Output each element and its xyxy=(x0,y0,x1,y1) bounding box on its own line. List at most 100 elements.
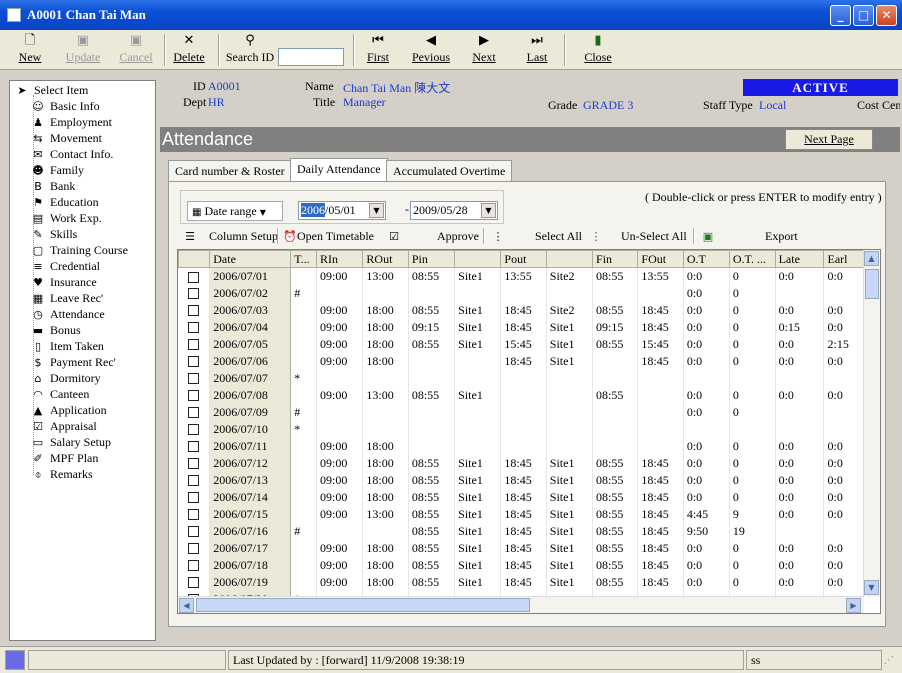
table-row[interactable]: 2006/07/15 09:00 13:00 08:55 Site1 18:45 Site1… xyxy=(178,505,864,523)
row-checkbox[interactable] xyxy=(188,475,200,487)
tree-item-contact-info[interactable]: ✉ Contact Info. xyxy=(30,147,113,163)
column-header[interactable]: Pin xyxy=(407,250,456,268)
horizontal-scroll-thumb[interactable] xyxy=(196,598,530,612)
tree-item-mpf-plan[interactable]: ✐ MPF Plan xyxy=(30,451,98,467)
tree-item-attendance[interactable]: ◷ Attendance xyxy=(30,307,104,323)
tree-item-skills[interactable]: ✎ Skills xyxy=(30,227,77,243)
column-header[interactable]: Late xyxy=(774,250,825,268)
column-header[interactable]: T... xyxy=(290,250,318,268)
table-row[interactable]: 2006/07/08 09:00 13:00 08:55 Site1 08:55 0:0 0 0… xyxy=(178,386,864,404)
tree-item-application[interactable]: ▲ Application xyxy=(30,403,107,419)
unselect-all-button[interactable]: ⋮ Un-Select All xyxy=(589,226,689,246)
update-button[interactable]: ▣ Update xyxy=(62,32,104,68)
table-row[interactable]: 2006/07/04 09:00 18:00 09:15 Site1 18:45 Site1… xyxy=(178,318,864,336)
row-checkbox[interactable] xyxy=(188,560,200,572)
chevron-down-icon[interactable]: ▼ xyxy=(369,203,384,218)
column-header[interactable]: Pout xyxy=(500,250,547,268)
tree-item-bonus[interactable]: ▬ Bonus xyxy=(30,323,81,339)
scroll-down-icon[interactable]: ▼ xyxy=(864,580,879,595)
row-checkbox[interactable] xyxy=(188,492,200,504)
tree-item-leave-rec[interactable]: ▦ Leave Rec' xyxy=(30,291,103,307)
row-checkbox[interactable] xyxy=(188,271,200,283)
date-to-picker[interactable]: 2009/05/28 ▼ xyxy=(410,201,498,220)
approve-button[interactable]: ☑ Approve xyxy=(387,226,479,246)
tab-daily-attendance[interactable]: Daily Attendance xyxy=(290,158,388,182)
tab-accumulated-overtime[interactable]: Accumulated Overtime xyxy=(386,160,513,182)
tree-item-training-course[interactable]: ▢ Training Course xyxy=(30,243,128,259)
select-all-button[interactable]: ⋮ Select All xyxy=(491,226,586,246)
column-header[interactable]: FOut xyxy=(637,250,684,268)
row-checkbox[interactable] xyxy=(188,356,200,368)
table-row[interactable]: 2006/07/18 09:00 18:00 08:55 Site1 18:45 Site1… xyxy=(178,556,864,574)
tree-root-select-item[interactable]: ➤ Select Item xyxy=(14,83,88,99)
column-header[interactable]: O.T xyxy=(682,250,730,268)
resize-grip-icon[interactable]: ⋰ xyxy=(884,655,894,666)
row-checkbox[interactable] xyxy=(188,373,200,385)
search-id-button[interactable]: ⚲ Search ID xyxy=(224,32,276,68)
row-checkbox[interactable] xyxy=(188,458,200,470)
row-checkbox[interactable] xyxy=(188,339,200,351)
next-button[interactable]: ▶ Next xyxy=(470,32,498,68)
column-header[interactable]: RIn xyxy=(316,250,364,268)
tree-item-work-exp[interactable]: ▤ Work Exp. xyxy=(30,211,102,227)
table-row[interactable]: 2006/07/07 * xyxy=(178,369,864,387)
table-row[interactable]: 2006/07/09 #0:0 0 xyxy=(178,403,864,421)
export-button[interactable]: ▣ Export xyxy=(701,226,811,246)
tree-item-canteen[interactable]: ◠ Canteen xyxy=(30,387,89,403)
table-row[interactable]: 2006/07/11 09:00 18:00 0:0 0 0:0 0:0 xyxy=(178,437,864,455)
last-button[interactable]: ⏭ Last xyxy=(524,32,550,68)
first-button[interactable]: ⏮ First xyxy=(363,32,393,68)
tree-item-item-taken[interactable]: ▯ Item Taken xyxy=(30,339,104,355)
column-header[interactable]: Date xyxy=(209,250,292,268)
close-button[interactable]: ▮ Close xyxy=(581,32,615,68)
open-timetable-button[interactable]: ⏰Open Timetable xyxy=(283,226,374,246)
table-row[interactable]: 2006/07/06 09:00 18:00 18:45 Site1 18:45 0:0 0 0… xyxy=(178,352,864,370)
tree-item-dormitory[interactable]: ⌂ Dormitory xyxy=(30,371,101,387)
table-row[interactable]: 2006/07/16 #08:55 Site1 18:45 Site1 08:55 18:4… xyxy=(178,522,864,540)
vertical-scrollbar[interactable]: ▲ ▼ xyxy=(863,250,880,597)
row-checkbox[interactable] xyxy=(188,526,200,538)
tree-item-appraisal[interactable]: ☑ Appraisal xyxy=(30,419,97,435)
row-checkbox[interactable] xyxy=(188,509,200,521)
table-row[interactable]: 2006/07/01 09:00 13:00 08:55 Site1 13:55 Site2… xyxy=(178,267,864,285)
close-window-button[interactable]: ✕ xyxy=(876,5,897,26)
table-row[interactable]: 2006/07/03 09:00 18:00 08:55 Site1 18:45 Site2… xyxy=(178,301,864,319)
tree-item-insurance[interactable]: ♥ Insurance xyxy=(30,275,97,291)
maximize-button[interactable]: □ xyxy=(853,5,874,26)
tree-item-credential[interactable]: ≡ Credential xyxy=(30,259,100,275)
scroll-left-icon[interactable]: ◀ xyxy=(179,598,194,613)
search-id-input[interactable] xyxy=(278,48,344,66)
date-from-picker[interactable]: 2006/05/01 ▼ xyxy=(298,201,386,220)
table-row[interactable]: 2006/07/14 09:00 18:00 08:55 Site1 18:45 Site1… xyxy=(178,488,864,506)
scroll-up-icon[interactable]: ▲ xyxy=(864,251,879,266)
tree-item-remarks[interactable]: ⌽ Remarks xyxy=(30,467,93,483)
horizontal-scrollbar[interactable]: ◀ ▶ xyxy=(178,596,864,613)
delete-button[interactable]: ✕ Delete xyxy=(171,32,207,68)
table-row[interactable]: 2006/07/05 09:00 18:00 08:55 Site1 15:45 Site1… xyxy=(178,335,864,353)
vertical-scroll-thumb[interactable] xyxy=(865,269,879,299)
row-checkbox[interactable] xyxy=(188,441,200,453)
table-row[interactable]: 2006/07/02 #0:0 0 xyxy=(178,284,864,302)
next-page-button[interactable]: Next Page xyxy=(785,129,873,150)
previous-button[interactable]: ◀ Pevious xyxy=(409,32,453,68)
row-checkbox[interactable] xyxy=(188,390,200,402)
column-header[interactable]: ROut xyxy=(362,250,409,268)
tree-item-payment-rec[interactable]: $ Payment Rec' xyxy=(30,355,116,371)
row-checkbox[interactable] xyxy=(188,407,200,419)
table-row[interactable]: 2006/07/19 09:00 18:00 08:55 Site1 18:45 Site1… xyxy=(178,573,864,591)
column-header[interactable] xyxy=(454,250,502,268)
column-header[interactable]: Fin xyxy=(592,250,639,268)
new-button[interactable]: 🗋 New xyxy=(14,32,46,68)
row-checkbox[interactable] xyxy=(188,322,200,334)
scroll-right-icon[interactable]: ▶ xyxy=(846,598,861,613)
cancel-button[interactable]: ▣ Cancel xyxy=(115,32,157,68)
tree-item-salary-setup[interactable]: ▭ Salary Setup xyxy=(30,435,111,451)
row-checkbox[interactable] xyxy=(188,424,200,436)
column-setup-button[interactable]: ☰ Column Setup xyxy=(183,226,278,246)
row-checkbox[interactable] xyxy=(188,577,200,589)
table-row[interactable]: 2006/07/13 09:00 18:00 08:55 Site1 18:45 Site1… xyxy=(178,471,864,489)
minimize-button[interactable]: _ xyxy=(830,5,851,26)
table-row[interactable]: 2006/07/10 * xyxy=(178,420,864,438)
table-row[interactable]: 2006/07/17 09:00 18:00 08:55 Site1 18:45 Site1… xyxy=(178,539,864,557)
column-header[interactable]: Earl xyxy=(823,250,864,268)
